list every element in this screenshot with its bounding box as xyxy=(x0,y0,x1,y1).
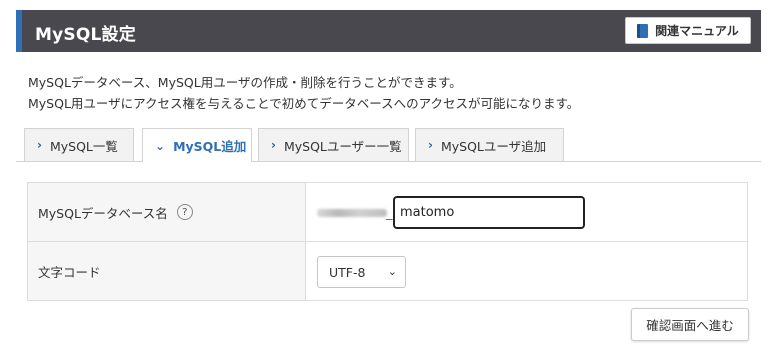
related-manual-label: 関連マニュアル xyxy=(655,24,739,38)
tab-label: MySQLユーザ追加 xyxy=(440,138,547,154)
book-icon xyxy=(637,23,649,38)
tab-label: MySQLユーザー一覧 xyxy=(283,138,402,154)
chevron-right-icon: › xyxy=(37,138,42,152)
tab-mysql-user-list[interactable]: › MySQLユーザー一覧 xyxy=(258,128,409,161)
db-prefix-separator: _ xyxy=(386,206,393,221)
page-title: MySQL設定 xyxy=(35,25,136,45)
charset-select[interactable]: UTF-8 ⌄ xyxy=(317,256,406,288)
charset-cell: UTF-8 ⌄ xyxy=(307,242,747,300)
tab-mysql-user-add[interactable]: › MySQLユーザ追加 xyxy=(415,128,564,161)
form-row-db-name: MySQLデータベース名 ? _ matomo xyxy=(28,183,747,242)
description: MySQLデータベース、MySQL用ユーザの作成・削除を行うことができます。 M… xyxy=(28,72,579,114)
chevron-right-icon: › xyxy=(428,138,433,152)
db-name-header: MySQLデータベース名 ? xyxy=(28,183,306,241)
help-icon[interactable]: ? xyxy=(176,204,193,220)
db-name-label: MySQLデータベース名 xyxy=(38,205,168,221)
charset-header: 文字コード xyxy=(28,242,306,300)
charset-select-value: UTF-8 xyxy=(329,264,366,280)
db-name-input-value: matomo xyxy=(400,205,455,220)
charset-label: 文字コード xyxy=(38,264,101,280)
chevron-down-icon: ⌄ xyxy=(387,265,397,278)
tab-label: MySQL追加 xyxy=(173,139,247,154)
description-line-2: MySQL用ユーザにアクセス権を与えることで初めてデータベースへのアクセスが可能… xyxy=(28,96,580,111)
chevron-down-icon: ⌄ xyxy=(155,138,166,153)
confirm-button[interactable]: 確認画面へ進む xyxy=(631,308,749,341)
tab-divider xyxy=(16,161,761,162)
mysql-add-form: MySQLデータベース名 ? _ matomo 文字コード UTF-8 ⌄ xyxy=(27,182,748,301)
chevron-right-icon: › xyxy=(271,138,276,152)
tab-mysql-list[interactable]: › MySQL一覧 xyxy=(24,128,134,161)
db-name-input[interactable]: matomo xyxy=(393,196,585,229)
related-manual-button[interactable]: 関連マニュアル xyxy=(625,17,751,44)
tab-label: MySQL一覧 xyxy=(49,138,118,154)
tab-mysql-add[interactable]: ⌄ MySQL追加 xyxy=(142,128,252,162)
db-name-cell: _ matomo xyxy=(307,183,747,241)
db-prefix-redacted xyxy=(317,209,387,217)
description-line-1: MySQLデータベース、MySQL用ユーザの作成・削除を行うことができます。 xyxy=(28,75,462,90)
page-header: MySQL設定 関連マニュアル xyxy=(16,10,761,52)
form-row-charset: 文字コード UTF-8 ⌄ xyxy=(28,242,747,300)
